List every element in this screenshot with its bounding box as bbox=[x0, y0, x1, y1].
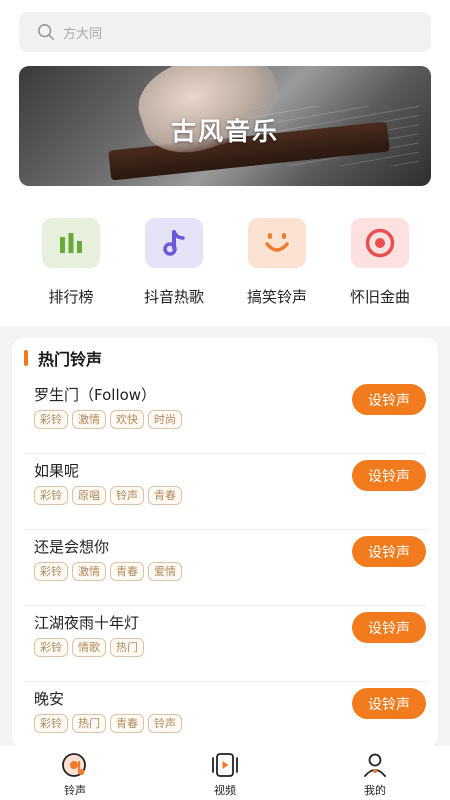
tab-profile[interactable]: 我的 bbox=[345, 752, 405, 798]
tag: 彩铃 bbox=[34, 410, 68, 429]
profile-icon bbox=[345, 752, 405, 778]
set-ringtone-button[interactable]: 设铃声 bbox=[352, 612, 426, 643]
tag: 热门 bbox=[72, 714, 106, 733]
smile-icon bbox=[248, 218, 306, 268]
set-ringtone-button[interactable]: 设铃声 bbox=[352, 460, 426, 491]
tag: 热门 bbox=[110, 638, 144, 657]
category-ranking[interactable]: 排行榜 bbox=[26, 218, 116, 307]
tag: 彩铃 bbox=[34, 562, 68, 581]
tag: 青春 bbox=[110, 714, 144, 733]
category-douyin[interactable]: 抖音热歌 bbox=[129, 218, 219, 307]
tab-ringtone[interactable]: 铃声 bbox=[45, 752, 105, 798]
bar-chart-icon bbox=[42, 218, 100, 268]
banner[interactable]: 古风音乐 bbox=[19, 66, 431, 186]
top-section: 方大同 古风音乐 排行榜 抖音热歌 搞笑铃声 怀旧金曲 bbox=[0, 0, 450, 326]
search-placeholder[interactable]: 方大同 bbox=[63, 23, 102, 42]
category-funny[interactable]: 搞笑铃声 bbox=[232, 218, 322, 307]
search-icon bbox=[37, 23, 55, 41]
category-label: 怀旧金曲 bbox=[349, 288, 410, 306]
song-name: 晚安 bbox=[34, 690, 65, 708]
list-item[interactable]: 晚安 彩铃 热门 青春 铃声 设铃声 bbox=[24, 682, 426, 748]
tag: 激情 bbox=[72, 410, 106, 429]
list-item[interactable]: 还是会想你 彩铃 激情 青春 爱情 设铃声 bbox=[24, 530, 426, 606]
category-label: 搞笑铃声 bbox=[246, 288, 307, 306]
tag: 情歌 bbox=[72, 638, 106, 657]
tag: 青春 bbox=[148, 486, 182, 505]
tag: 激情 bbox=[72, 562, 106, 581]
ringtone-icon bbox=[45, 752, 105, 778]
tag: 铃声 bbox=[110, 486, 144, 505]
category-label: 排行榜 bbox=[48, 288, 94, 306]
tag-list: 彩铃 情歌 热门 bbox=[34, 638, 148, 657]
music-note-icon bbox=[145, 218, 203, 268]
tag: 爱情 bbox=[148, 562, 182, 581]
tag: 青春 bbox=[110, 562, 144, 581]
hot-ringtones-card: 热门铃声 罗生门（Follow） 彩铃 激情 欢快 时尚 设铃声 如果呢 彩铃 … bbox=[12, 338, 438, 748]
tab-label: 我的 bbox=[364, 784, 386, 797]
tag-list: 彩铃 激情 青春 爱情 bbox=[34, 562, 186, 581]
song-name: 江湖夜雨十年灯 bbox=[34, 614, 140, 632]
song-name: 如果呢 bbox=[34, 462, 80, 480]
tag: 彩铃 bbox=[34, 714, 68, 733]
song-name: 罗生门（Follow） bbox=[34, 386, 157, 404]
tag: 彩铃 bbox=[34, 638, 68, 657]
tag-list: 彩铃 原唱 铃声 青春 bbox=[34, 486, 186, 505]
tab-label: 铃声 bbox=[64, 784, 86, 797]
bottom-tab-bar: 铃声 视频 我的 bbox=[0, 746, 450, 800]
banner-title: 古风音乐 bbox=[170, 117, 279, 146]
search-bar[interactable]: 方大同 bbox=[19, 12, 431, 52]
category-label: 抖音热歌 bbox=[143, 288, 204, 306]
tag: 原唱 bbox=[72, 486, 106, 505]
set-ringtone-button[interactable]: 设铃声 bbox=[352, 688, 426, 719]
tab-video[interactable]: 视频 bbox=[195, 752, 255, 798]
set-ringtone-button[interactable]: 设铃声 bbox=[352, 384, 426, 415]
set-ringtone-button[interactable]: 设铃声 bbox=[352, 536, 426, 567]
tab-label: 视频 bbox=[214, 784, 236, 797]
tag: 欢快 bbox=[110, 410, 144, 429]
tag-list: 彩铃 激情 欢快 时尚 bbox=[34, 410, 186, 429]
category-row: 排行榜 抖音热歌 搞笑铃声 怀旧金曲 bbox=[0, 218, 450, 308]
tag: 时尚 bbox=[148, 410, 182, 429]
tag: 彩铃 bbox=[34, 486, 68, 505]
video-icon bbox=[195, 752, 255, 778]
section-header: 热门铃声 bbox=[24, 348, 103, 369]
list-item[interactable]: 如果呢 彩铃 原唱 铃声 青春 设铃声 bbox=[24, 454, 426, 530]
song-name: 还是会想你 bbox=[34, 538, 110, 556]
tag-list: 彩铃 热门 青春 铃声 bbox=[34, 714, 186, 733]
section-accent-bar bbox=[24, 350, 28, 366]
category-classic[interactable]: 怀旧金曲 bbox=[335, 218, 425, 307]
record-icon bbox=[351, 218, 409, 268]
section-title: 热门铃声 bbox=[38, 350, 103, 369]
tag: 铃声 bbox=[148, 714, 182, 733]
list-item[interactable]: 罗生门（Follow） 彩铃 激情 欢快 时尚 设铃声 bbox=[24, 378, 426, 454]
list-item[interactable]: 江湖夜雨十年灯 彩铃 情歌 热门 设铃声 bbox=[24, 606, 426, 682]
